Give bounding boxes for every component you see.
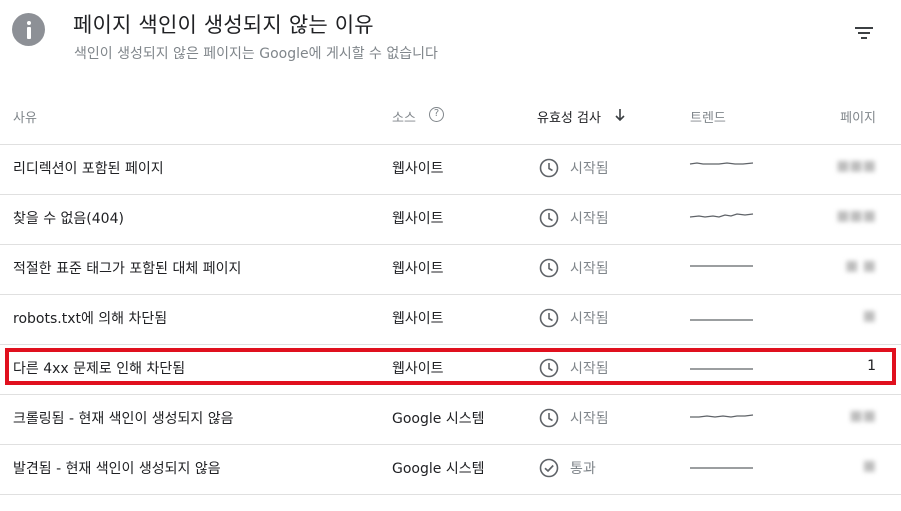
- row-validation-status: 시작됨: [570, 261, 609, 277]
- row-validation-status: 시작됨: [570, 161, 609, 177]
- column-header-source[interactable]: 소스: [392, 107, 416, 126]
- row-page-count: ■■■: [836, 208, 876, 224]
- trend-sparkline: [690, 467, 753, 469]
- row-validation-status: 시작됨: [570, 211, 609, 227]
- row-source: Google 시스템: [392, 461, 485, 477]
- clock-icon: [539, 208, 559, 228]
- row-validation-status: 시작됨: [570, 361, 609, 377]
- row-page-count: 1: [867, 358, 876, 374]
- table-row[interactable]: 다른 4xx 문제로 인해 차단됨 웹사이트 시작됨 1: [0, 345, 901, 395]
- row-source: 웹사이트: [392, 311, 444, 327]
- row-reason: 찾을 수 없음(404): [13, 211, 124, 227]
- row-page-count: ■ ■: [845, 258, 876, 274]
- clock-icon: [539, 308, 559, 328]
- clock-icon: [539, 358, 559, 378]
- row-validation-status: 통과: [570, 461, 596, 477]
- row-page-count: ■: [862, 308, 876, 324]
- page-header: 페이지 색인이 생성되지 않는 이유 색인이 생성되지 않은 페이지는 Goog…: [0, 0, 901, 90]
- table-row[interactable]: robots.txt에 의해 차단됨 웹사이트 시작됨 ■: [0, 295, 901, 345]
- row-reason: 크롤링됨 - 현재 색인이 생성되지 않음: [13, 411, 234, 427]
- row-reason: 리디렉션이 포함된 페이지: [13, 161, 164, 177]
- trend-sparkline: [690, 368, 753, 370]
- page-subtitle: 색인이 생성되지 않은 페이지는 Google에 게시할 수 없습니다: [74, 46, 438, 62]
- table-header: 사유 소스 ? 유효성 검사 트렌드 페이지: [0, 96, 901, 145]
- row-source: 웹사이트: [392, 261, 444, 277]
- check-circle-icon: [539, 458, 559, 478]
- row-page-count: ■: [862, 458, 876, 474]
- row-reason: 다른 4xx 문제로 인해 차단됨: [13, 361, 186, 377]
- row-reason: 적절한 표준 태그가 포함된 대체 페이지: [13, 261, 242, 277]
- clock-icon: [539, 408, 559, 428]
- row-source: 웹사이트: [392, 361, 444, 377]
- table-row[interactable]: 발견됨 - 현재 색인이 생성되지 않음 Google 시스템 통과 ■: [0, 445, 901, 495]
- trend-sparkline: [690, 319, 753, 321]
- row-validation-status: 시작됨: [570, 411, 609, 427]
- trend-sparkline: [689, 162, 754, 165]
- clock-icon: [539, 258, 559, 278]
- row-source: 웹사이트: [392, 161, 444, 177]
- row-source: 웹사이트: [392, 211, 444, 227]
- table-row[interactable]: 리디렉션이 포함된 페이지 웹사이트 시작됨 ■■■: [0, 145, 901, 195]
- trend-sparkline: [690, 414, 754, 418]
- page-title: 페이지 색인이 생성되지 않는 이유: [73, 13, 374, 37]
- filter-icon[interactable]: [849, 20, 879, 46]
- row-reason: 발견됨 - 현재 색인이 생성되지 않음: [13, 461, 221, 477]
- info-icon: [12, 13, 45, 46]
- table-row[interactable]: 크롤링됨 - 현재 색인이 생성되지 않음 Google 시스템 시작됨 ■■: [0, 395, 901, 445]
- column-header-reason[interactable]: 사유: [13, 107, 37, 126]
- table-row[interactable]: 적절한 표준 태그가 포함된 대체 페이지 웹사이트 시작됨 ■ ■: [0, 245, 901, 295]
- column-header-trend[interactable]: 트렌드: [690, 107, 726, 126]
- help-icon[interactable]: ?: [429, 107, 444, 122]
- row-validation-status: 시작됨: [570, 311, 609, 327]
- column-header-validation[interactable]: 유효성 검사: [537, 107, 601, 126]
- row-reason: robots.txt에 의해 차단됨: [13, 311, 168, 327]
- trend-sparkline: [690, 265, 753, 267]
- table-row[interactable]: 찾을 수 없음(404) 웹사이트 시작됨 ■■■: [0, 195, 901, 245]
- row-page-count: ■■: [849, 408, 876, 424]
- row-page-count: ■■■: [836, 158, 876, 174]
- clock-icon: [539, 158, 559, 178]
- column-header-pages[interactable]: 페이지: [840, 107, 876, 126]
- row-source: Google 시스템: [392, 411, 485, 427]
- trend-sparkline: [689, 213, 754, 218]
- arrow-down-icon[interactable]: [614, 108, 626, 122]
